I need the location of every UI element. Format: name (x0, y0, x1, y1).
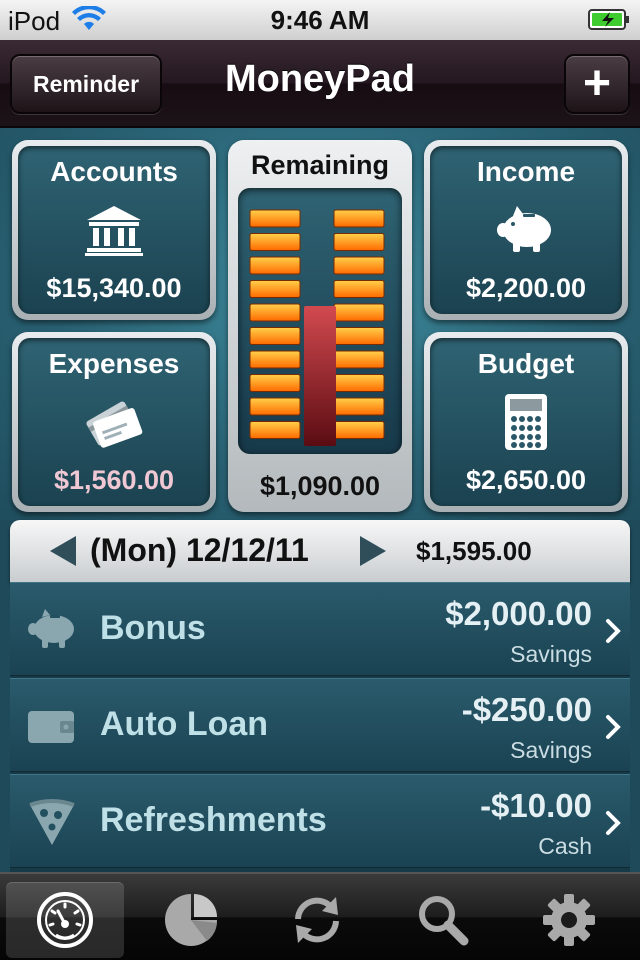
income-tile[interactable]: Income $2,200.00 (424, 140, 628, 320)
app-title: MoneyPad (224, 58, 416, 100)
remaining-value: $1,090.00 (259, 471, 381, 501)
transaction-row[interactable]: Bonus $2,000.00 Savings (10, 582, 630, 676)
transaction-list: Bonus $2,000.00 Savings Auto Loan -$250.… (10, 582, 630, 872)
meter-segment (333, 397, 385, 416)
meter-segment (249, 350, 301, 369)
tab-sync[interactable] (258, 882, 376, 958)
piggy-bank-icon (497, 206, 551, 252)
pizza-icon (29, 799, 75, 845)
expenses-value: $1,560.00 (53, 465, 175, 495)
chevron-right-icon (606, 715, 621, 739)
budget-tile[interactable]: Budget $2,650.00 (424, 332, 628, 512)
meter-segment (249, 397, 301, 416)
meter-segment (333, 303, 385, 322)
remaining-needle (304, 306, 336, 446)
tab-search[interactable] (384, 882, 502, 958)
pie-chart-icon (165, 894, 217, 946)
speedometer-icon (37, 892, 93, 948)
tab-dashboard[interactable] (6, 882, 124, 958)
expenses-title: Expenses (48, 348, 180, 379)
chevron-right-icon (606, 619, 621, 643)
transaction-row[interactable]: Auto Loan -$250.00 Savings (10, 678, 630, 772)
credit-cards-icon (86, 401, 143, 448)
remaining-meter-graphic (249, 209, 385, 446)
meter-segment (249, 256, 301, 275)
transaction-amount: $2,000.00 (445, 595, 592, 632)
transaction-account: Savings (510, 737, 592, 763)
calculator-icon (505, 394, 547, 450)
navigation-bar: Reminder MoneyPad + (0, 40, 640, 128)
meter-segment (333, 421, 385, 439)
meter-segment (333, 327, 385, 345)
meter-segment (333, 256, 385, 275)
accounts-value: $15,340.00 (46, 273, 182, 303)
wallet-icon (28, 711, 74, 743)
dashboard-panel: Accounts $15,340.00 Expenses $1,560.00 R… (0, 128, 640, 520)
meter-segment (249, 280, 301, 298)
tab-settings[interactable] (510, 882, 628, 958)
transaction-name: Bonus (100, 609, 206, 647)
piggy-bank-icon (28, 609, 74, 648)
next-day-arrow-icon[interactable] (358, 534, 388, 568)
meter-segment (249, 233, 301, 251)
remaining-title: Remaining (250, 150, 390, 180)
day-total: $1,595.00 (416, 536, 532, 566)
meter-segment (249, 303, 301, 322)
clock: 9:46 AM (270, 5, 370, 35)
meter-segment (249, 209, 301, 228)
meter-segment (333, 374, 385, 392)
status-bar: iPod 9:46 AM (0, 0, 640, 40)
remaining-tile[interactable]: Remaining $1,090.00 (228, 140, 412, 512)
accounts-tile[interactable]: Accounts $15,340.00 (12, 140, 216, 320)
date-selector: (Mon) 12/12/11 $1,595.00 (10, 520, 630, 582)
income-value: $2,200.00 (465, 273, 587, 303)
chevron-right-icon (606, 811, 621, 835)
budget-value: $2,650.00 (465, 465, 587, 495)
tab-bar (0, 872, 640, 960)
transaction-name: Auto Loan (100, 705, 269, 743)
income-title: Income (476, 156, 576, 187)
meter-segment (249, 374, 301, 392)
transaction-account: Cash (538, 833, 592, 859)
gear-icon (543, 894, 595, 946)
previous-day-arrow-icon[interactable] (48, 534, 78, 568)
remaining-meter (238, 188, 402, 454)
tab-reports[interactable] (132, 882, 250, 958)
budget-title: Budget (477, 348, 575, 379)
transaction-amount: -$10.00 (480, 787, 592, 824)
bank-icon (85, 206, 143, 256)
battery-charging-icon (588, 9, 629, 30)
add-button[interactable]: + (564, 54, 630, 114)
meter-segment (333, 280, 385, 298)
transaction-row[interactable]: Refreshments -$10.00 Cash (10, 774, 630, 868)
transaction-account: Savings (510, 641, 592, 667)
transaction-name: Refreshments (100, 801, 327, 839)
expenses-tile[interactable]: Expenses $1,560.00 (12, 332, 216, 512)
meter-segment (333, 209, 385, 228)
transaction-amount: -$250.00 (461, 691, 592, 728)
meter-segment (333, 350, 385, 369)
accounts-title: Accounts (50, 156, 178, 187)
search-icon (419, 896, 469, 946)
sync-icon (295, 897, 339, 943)
meter-segment (333, 233, 385, 251)
current-date: (Mon) 12/12/11 (90, 532, 309, 568)
meter-segment (249, 421, 301, 439)
meter-segment (249, 327, 301, 345)
